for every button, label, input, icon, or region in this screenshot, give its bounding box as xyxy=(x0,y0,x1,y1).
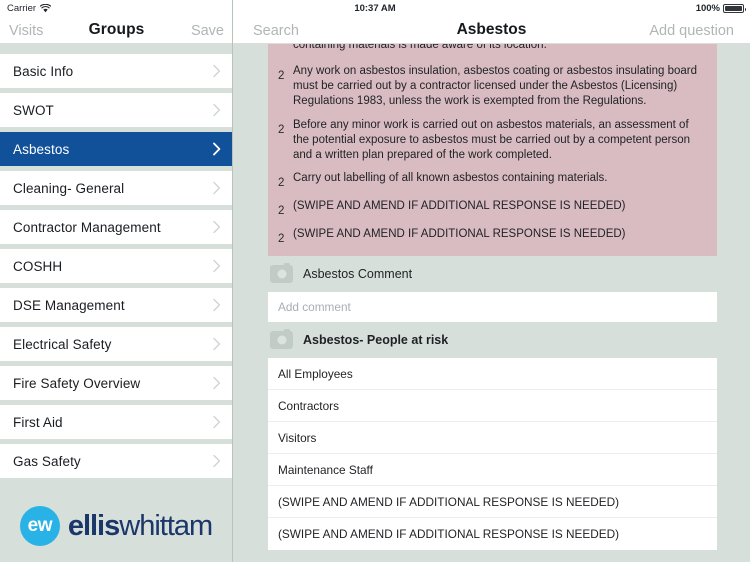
sidebar-item-fire-safety-overview[interactable]: Fire Safety Overview xyxy=(0,366,232,400)
sidebar-item-cleaning-general[interactable]: Cleaning- General xyxy=(0,171,232,205)
chevron-right-icon xyxy=(213,415,221,429)
camera-icon[interactable] xyxy=(270,262,293,284)
sidebar-item-label: Fire Safety Overview xyxy=(13,375,141,391)
detail-scroll-area[interactable]: containing materials is made aware of it… xyxy=(233,44,750,562)
chevron-right-icon xyxy=(213,142,221,156)
sidebar-item-basic-info[interactable]: Basic Info xyxy=(0,54,232,88)
list-item[interactable]: Contractors xyxy=(268,390,717,423)
chevron-right-icon xyxy=(213,337,221,351)
answer-row-number: 2 xyxy=(278,205,285,218)
detail-navbar: Search Asbestos Add question xyxy=(233,0,750,44)
sidebar-item-label: Asbestos xyxy=(13,141,70,157)
detail-panel: Search Asbestos Add question containing … xyxy=(233,0,750,562)
logo-wordmark: elliswhittam xyxy=(67,509,213,543)
people-at-risk-list: All Employees Contractors Visitors Maintena… xyxy=(268,358,717,551)
list-item[interactable]: Visitors xyxy=(268,422,717,455)
answer-row-clipped-text: containing materials is made aware of it… xyxy=(293,44,547,51)
answer-row-text: (SWIPE AND AMEND IF ADDITIONAL RESPONSE … xyxy=(293,228,626,241)
save-button[interactable]: Save xyxy=(191,23,224,39)
chevron-right-icon xyxy=(213,376,221,390)
add-question-button[interactable]: Add question xyxy=(649,23,734,39)
answer-row[interactable]: 2 Before any minor work is carried out on… xyxy=(268,114,717,168)
sidebar-item-label: Gas Safety xyxy=(13,453,81,469)
answer-row-number: 2 xyxy=(278,233,285,246)
list-item[interactable]: (SWIPE AND AMEND IF ADDITIONAL RESPONSE … xyxy=(268,518,717,550)
comment-section-header: Asbestos Comment xyxy=(233,256,750,292)
chevron-right-icon xyxy=(213,64,221,78)
sidebar-navbar: Visits Groups Save xyxy=(0,0,232,44)
answer-row-clipped[interactable]: containing materials is made aware of it… xyxy=(268,44,717,60)
chevron-right-icon xyxy=(213,103,221,117)
answer-row[interactable]: 2 (SWIPE AND AMEND IF ADDITIONAL RESPONSE… xyxy=(268,195,717,223)
logo-word-bold: ellis xyxy=(67,509,120,542)
sidebar-item-label: COSHH xyxy=(13,258,63,274)
people-section-title: Asbestos- People at risk xyxy=(303,333,449,348)
brand-logo: ew elliswhittam xyxy=(0,490,232,562)
answer-row[interactable]: 2 Any work on asbestos insulation, asbest… xyxy=(268,60,717,114)
chevron-right-icon xyxy=(213,298,221,312)
answer-row[interactable]: 2 (SWIPE AND AMEND IF ADDITIONAL RESPONSE… xyxy=(268,223,717,251)
list-item[interactable]: (SWIPE AND AMEND IF ADDITIONAL RESPONSE … xyxy=(268,486,717,519)
answer-row[interactable]: 2 Carry out labelling of all known asbest… xyxy=(268,167,717,195)
sidebar-group-list: Basic Info SWOT Asbestos Cleaning- General C… xyxy=(0,54,232,483)
sidebar-item-label: First Aid xyxy=(13,414,63,430)
add-comment-input[interactable]: Add comment xyxy=(268,292,717,323)
people-section-header: Asbestos- People at risk xyxy=(233,322,750,358)
sidebar-item-label: SWOT xyxy=(13,102,54,118)
sidebar: Visits Groups Save Basic Info SWOT Asbesto… xyxy=(0,0,233,562)
logo-badge: ew xyxy=(19,506,60,546)
answer-row-number: 2 xyxy=(278,70,285,82)
sidebar-item-contractor-management[interactable]: Contractor Management xyxy=(0,210,232,244)
sidebar-item-electrical-safety[interactable]: Electrical Safety xyxy=(0,327,232,361)
sidebar-item-swot[interactable]: SWOT xyxy=(0,93,232,127)
answer-row-text: (SWIPE AND AMEND IF ADDITIONAL RESPONSE … xyxy=(293,200,626,213)
sidebar-item-label: DSE Management xyxy=(13,297,125,313)
chevron-right-icon xyxy=(213,454,221,468)
sidebar-item-label: Contractor Management xyxy=(13,219,161,235)
sidebar-item-first-aid[interactable]: First Aid xyxy=(0,405,232,439)
answer-row-text: Before any minor work is carried out on … xyxy=(293,118,690,162)
answer-row-text: Any work on asbestos insulation, asbesto… xyxy=(293,65,698,108)
sidebar-item-asbestos[interactable]: Asbestos xyxy=(0,132,232,166)
chevron-right-icon xyxy=(213,220,221,234)
answer-row-number: 2 xyxy=(278,177,285,190)
comment-section-title: Asbestos Comment xyxy=(303,267,413,282)
answer-block[interactable]: containing materials is made aware of it… xyxy=(268,44,717,257)
sidebar-item-dse-management[interactable]: DSE Management xyxy=(0,288,232,322)
sidebar-item-gas-safety[interactable]: Gas Safety xyxy=(0,444,232,478)
answer-row-number: 2 xyxy=(278,123,285,136)
logo-word-light: whittam xyxy=(119,509,213,542)
chevron-right-icon xyxy=(213,181,221,195)
list-item[interactable]: Maintenance Staff xyxy=(268,454,717,487)
sidebar-item-label: Cleaning- General xyxy=(13,180,125,196)
app-root: Carrier 10:37 AM 100% Visits Groups Save… xyxy=(0,0,750,562)
add-comment-placeholder: Add comment xyxy=(278,300,351,315)
camera-icon[interactable] xyxy=(270,328,293,350)
answer-row-text: Carry out labelling of all known asbesto… xyxy=(293,172,608,185)
list-item[interactable]: All Employees xyxy=(268,358,717,391)
sidebar-item-coshh[interactable]: COSHH xyxy=(0,249,232,283)
sidebar-item-label: Electrical Safety xyxy=(13,336,112,352)
sidebar-item-label: Basic Info xyxy=(13,63,74,79)
chevron-right-icon xyxy=(213,259,221,273)
